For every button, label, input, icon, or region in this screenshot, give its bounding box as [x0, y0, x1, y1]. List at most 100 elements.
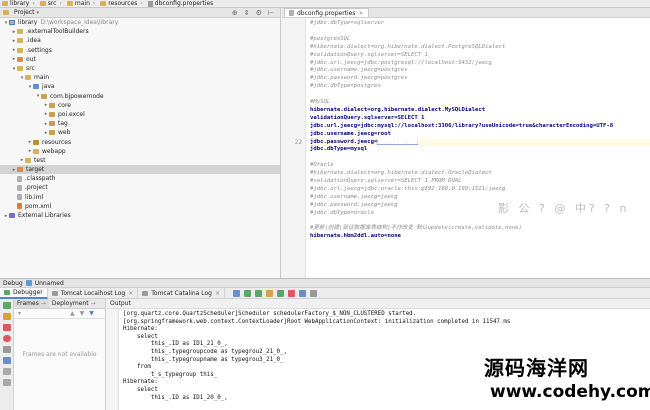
chevron-down-icon[interactable]: ▾ — [37, 10, 40, 16]
step-icon[interactable] — [266, 289, 274, 297]
pkg-icon — [49, 130, 55, 136]
tab-tomcat-catalina-log[interactable]: Tomcat Catalina Log × — [138, 287, 226, 299]
tree-item[interactable]: ▸ out — [0, 55, 280, 64]
arrow-icon: → — [40, 300, 46, 307]
settings-icon[interactable] — [2, 368, 11, 375]
tree-item[interactable]: ▸ .externalToolBuilders — [0, 27, 280, 36]
step-icon[interactable] — [255, 289, 263, 297]
collapse-icon[interactable]: ⇕ — [244, 9, 250, 17]
brand-watermark: 源码海洋网 www.codehy.com — [484, 352, 650, 410]
resume-icon[interactable] — [2, 302, 11, 309]
output-line: select — [123, 333, 158, 340]
breadcrumb-item[interactable]: main › — [65, 0, 98, 7]
tree-item[interactable]: ▸ External Libraries — [0, 211, 280, 220]
tree-item[interactable]: ▸ .idea — [0, 36, 280, 45]
breadcrumb-label: main — [74, 0, 90, 7]
editor-tab-dbconfig[interactable]: dbconfig.properties × — [284, 8, 369, 17]
tree-item[interactable]: .project — [0, 183, 280, 192]
editor-panel: dbconfig.properties × 22 #jdbc.dbType=sq… — [282, 8, 650, 278]
tree-item-label: .idea — [26, 37, 41, 45]
debug-toolbar — [0, 299, 14, 410]
project-panel-title[interactable]: Project — [14, 9, 35, 16]
pause-icon[interactable] — [2, 313, 11, 320]
tree-item[interactable]: pom.xml — [0, 202, 280, 211]
code-line: #MySQL — [310, 99, 330, 106]
stop-icon[interactable] — [2, 324, 11, 331]
tree-item[interactable]: ▸ resources — [0, 137, 280, 146]
up-icon[interactable]: ▲ — [70, 310, 75, 317]
tab-frames[interactable]: Frames → — [14, 299, 49, 308]
folder-icon — [33, 148, 39, 154]
tree-item[interactable]: ▸ .settings — [0, 46, 280, 55]
tree-item[interactable]: ▾ main — [0, 73, 280, 82]
tree-item-label: target — [26, 166, 45, 174]
comment-text: #hibernate.dialect=org.hibernate.dialect… — [310, 170, 492, 177]
step-icon[interactable] — [310, 289, 318, 297]
step-icon[interactable] — [233, 289, 241, 297]
breadcrumb-item[interactable]: library › — [0, 0, 38, 7]
step-icon[interactable] — [244, 289, 252, 297]
breadcrumb-item[interactable]: dbconfig.properties — [146, 0, 217, 7]
tree-item-label: .classpath — [25, 175, 56, 183]
gear-icon[interactable]: ⚙ — [256, 9, 262, 17]
breadcrumb-item[interactable]: src › — [38, 0, 65, 7]
code-area[interactable]: #jdbc.dbType=sqlserver #postgresSQL #hiber… — [310, 18, 650, 278]
debug-step-toolbar — [231, 289, 319, 297]
tree-item[interactable]: ▸ target — [0, 165, 280, 175]
hide-icon[interactable]: ⊢ — [268, 9, 274, 17]
tree-item[interactable]: .classpath — [0, 174, 280, 183]
tree-item[interactable]: ▸ poi.excel — [0, 110, 280, 119]
mute-breakpoints-icon[interactable] — [2, 346, 11, 353]
tree-item[interactable]: ▾ com.bjpowernode — [0, 92, 280, 101]
tab-icon — [142, 290, 149, 296]
target-icon[interactable]: ⊕ — [232, 9, 238, 17]
close-icon[interactable]: × — [128, 290, 133, 297]
tree-item-label: out — [26, 55, 36, 63]
arrow-icon: → — [90, 300, 96, 307]
tree-item[interactable]: ▸ web — [0, 128, 280, 137]
comment-text: #jdbc.password.jeecg=jeecg — [310, 201, 398, 208]
tab-deployment[interactable]: Deployment → — [49, 299, 99, 308]
tab-tomcat-localhost-log[interactable]: Tomcat Localhost Log × — [48, 287, 139, 299]
step-icon[interactable] — [277, 289, 285, 297]
output-line: select — [123, 387, 158, 393]
tree-item-label: core — [58, 101, 71, 109]
step-icon[interactable] — [299, 289, 307, 297]
tree-item-label: lib.iml — [25, 193, 44, 201]
code-line: #postgresSQL — [310, 36, 350, 43]
tree-item[interactable]: ▾ src — [0, 64, 280, 73]
properties-file-icon — [289, 10, 294, 16]
tree-item[interactable]: ▸ core — [0, 101, 280, 110]
filter-icon[interactable]: ▼ — [89, 310, 94, 317]
step-icon[interactable] — [288, 289, 296, 297]
frames-panel: Frames → Deployment → ▾ ▲ ▼ ▼ Frames are… — [14, 299, 106, 410]
close-icon[interactable]: × — [215, 290, 220, 297]
chevron-right-icon: › — [140, 0, 143, 7]
code-line: #validationQuery.sqlserver=SELECT 1 FROM… — [310, 178, 462, 185]
camera-icon[interactable] — [2, 357, 11, 364]
tree-item-label: External Libraries — [18, 212, 71, 220]
down-icon[interactable]: ▼ — [80, 310, 85, 317]
tab-deployment-label: Deployment — [51, 300, 89, 307]
tab-debugger[interactable]: Debugger — [0, 287, 48, 299]
breakpoints-icon[interactable] — [2, 335, 11, 342]
output-line: Hibernate: — [123, 326, 158, 333]
tree-item[interactable]: ▸ test — [0, 156, 280, 165]
tab-label: Debugger — [13, 288, 43, 296]
tree-item[interactable]: ▸ tag — [0, 119, 280, 128]
debug-config-name[interactable]: Unnamed — [35, 280, 64, 287]
tree-item[interactable]: ▾ java — [0, 82, 280, 91]
code-line: hibernate.dialect=org.hibernate.dialect.… — [310, 107, 485, 114]
folder-icon — [100, 1, 107, 6]
debug-tabs: Debugger Tomcat Localhost Log × Tomcat Cata… — [0, 287, 650, 299]
pin-icon[interactable] — [2, 379, 11, 386]
tree-item[interactable]: lib.iml — [0, 193, 280, 202]
tab-frames-label: Frames — [17, 300, 39, 307]
tree-item[interactable]: ▸ webapp — [0, 147, 280, 156]
thread-dropdown-icon[interactable]: ▾ — [18, 310, 21, 317]
breadcrumb-item[interactable]: resources › — [98, 0, 145, 7]
close-icon[interactable]: × — [359, 10, 364, 17]
pkg-icon — [49, 102, 55, 108]
tree-item[interactable]: ▾ library D:\workspace_idea\library — [0, 18, 280, 27]
chevron-right-icon: › — [32, 0, 35, 7]
